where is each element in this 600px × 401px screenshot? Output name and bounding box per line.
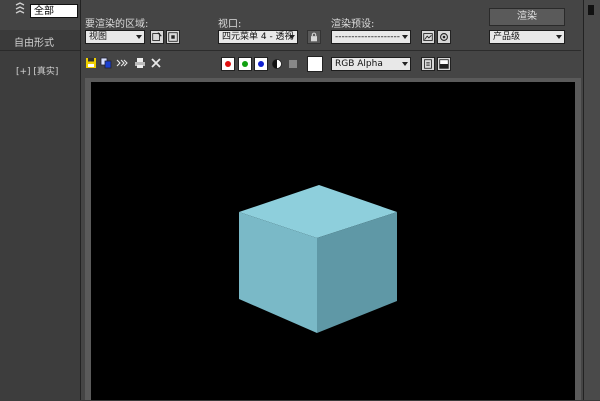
chevron-down-icon (402, 35, 408, 39)
background-color-swatch[interactable] (307, 56, 323, 72)
clone-frame-icon[interactable] (116, 57, 128, 69)
render-canvas-frame (85, 78, 581, 400)
render-preset-dropdown[interactable]: -------------------- (331, 30, 411, 44)
lock-icon[interactable] (307, 30, 321, 44)
app-handle-icon (15, 2, 25, 14)
selection-filter-dropdown[interactable]: 全部 (30, 4, 78, 18)
print-icon[interactable] (134, 57, 146, 69)
toolbar-divider (83, 50, 581, 51)
green-channel-icon (242, 61, 248, 67)
display-channel-dropdown[interactable]: RGB Alpha (331, 57, 411, 71)
render-setup-icon[interactable] (421, 30, 435, 44)
area-to-render-value: 视图 (89, 32, 108, 42)
rendered-cube (239, 185, 397, 333)
auto-region-icon[interactable] (166, 30, 180, 44)
render-preset-label: 渲染预设: (331, 19, 375, 30)
blue-channel-toggle[interactable] (254, 57, 268, 71)
red-channel-toggle[interactable] (221, 57, 235, 71)
render-button[interactable]: 渲染 (489, 8, 565, 26)
render-quality-value: 产品级 (493, 32, 521, 42)
red-channel-icon (225, 61, 231, 67)
area-to-render-dropdown[interactable]: 视图 (85, 30, 145, 44)
background-viewport (0, 50, 82, 401)
display-toggle-icon[interactable] (421, 57, 435, 71)
viewport-label[interactable]: [+] [真实] (16, 64, 58, 77)
viewport-dropdown[interactable]: 四元菜单 4 - 透视 (218, 30, 298, 44)
edit-region-icon[interactable] (150, 30, 164, 44)
display-channel-value: RGB Alpha (335, 59, 383, 69)
background-panel-edge (584, 0, 600, 400)
area-to-render-label: 要渲染的区域: (85, 19, 149, 30)
alpha-channel-icon[interactable] (271, 58, 283, 70)
render-frame-window: 要渲染的区域: 视口: 渲染预设: 渲染 视图 四元菜单 4 - 透视 ----… (80, 0, 584, 400)
chevron-down-icon (289, 35, 295, 39)
render-preset-value: -------------------- (335, 32, 400, 42)
panel-corner (588, 5, 594, 15)
clear-icon[interactable] (150, 57, 162, 69)
blue-channel-icon (258, 61, 264, 67)
viewport-value: 四元菜单 4 - 透视 (222, 32, 294, 42)
green-channel-toggle[interactable] (238, 57, 252, 71)
monochrome-icon[interactable] (287, 58, 299, 70)
freeform-tab[interactable]: 自由形式 (14, 34, 54, 49)
chevron-down-icon (402, 62, 408, 66)
environment-icon[interactable] (437, 30, 451, 44)
render-canvas (91, 82, 575, 400)
chevron-down-icon (136, 35, 142, 39)
toggle-ui-icon[interactable] (437, 57, 451, 71)
viewport-label: 视口: (218, 19, 242, 30)
render-quality-dropdown[interactable]: 产品级 (489, 30, 565, 44)
save-image-icon[interactable] (85, 57, 97, 69)
chevron-down-icon (556, 35, 562, 39)
copy-image-icon[interactable] (100, 57, 112, 69)
